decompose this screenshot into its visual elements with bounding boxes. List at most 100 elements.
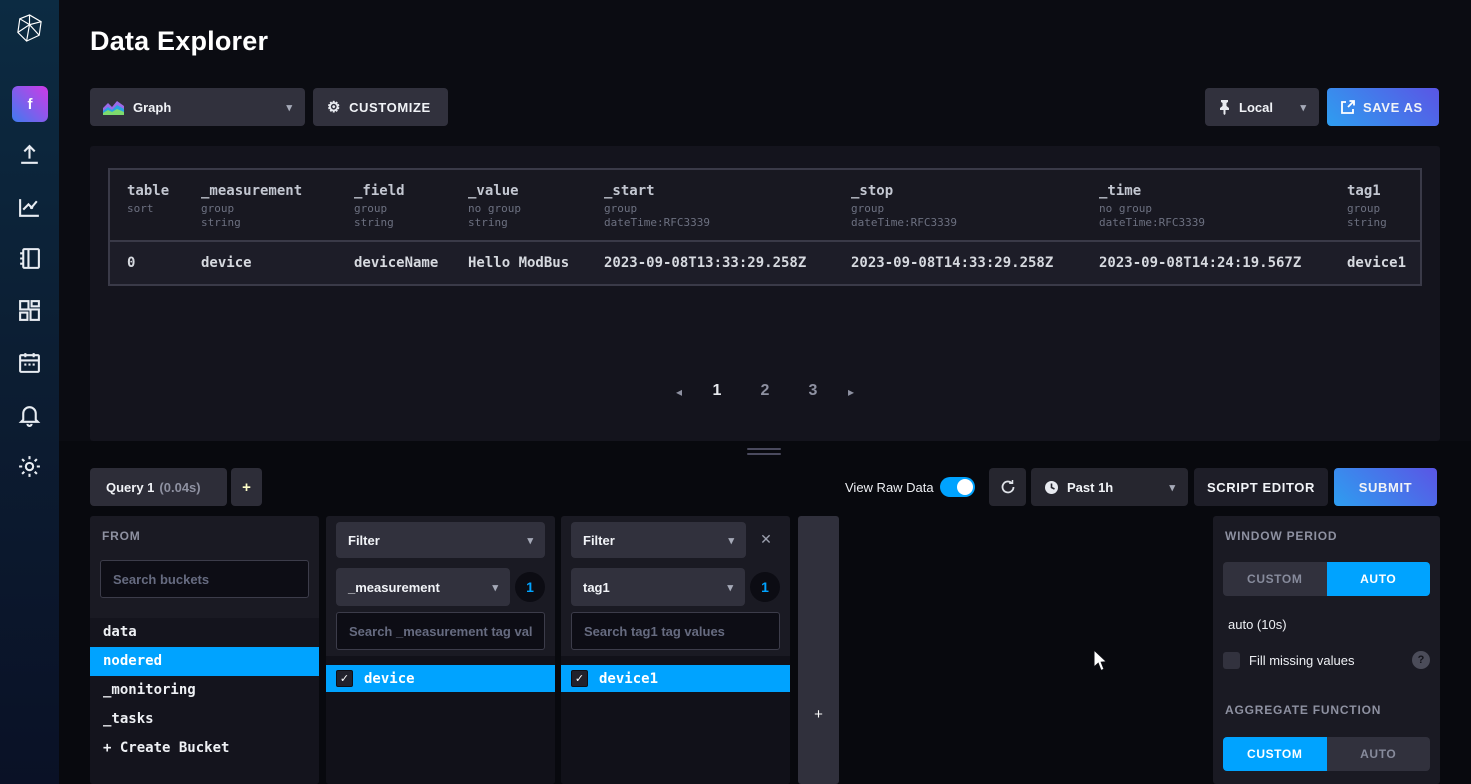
filter-title: Filter <box>583 533 615 548</box>
page-1[interactable]: 1 <box>704 382 730 400</box>
column-header[interactable]: table sort <box>110 183 184 240</box>
from-title: FROM <box>102 529 141 543</box>
notebooks-icon[interactable] <box>17 246 42 271</box>
visualization-type-dropdown[interactable]: Graph ▾ <box>90 88 305 126</box>
bucket-item-monitoring[interactable]: _monitoring <box>90 676 319 705</box>
window-period-toggle: CUSTOM AUTO <box>1223 562 1430 596</box>
cell-stop: 2023-09-08T14:33:29.258Z <box>834 255 1082 271</box>
user-avatar[interactable]: f <box>12 86 48 122</box>
close-icon[interactable]: ✕ <box>757 530 775 548</box>
tag-key-dropdown-tag1[interactable]: tag1 ▾ <box>571 568 745 606</box>
fill-missing-label: Fill missing values <box>1249 653 1354 668</box>
column-header[interactable]: _value no group string <box>451 183 587 240</box>
fill-missing-values-row: Fill missing values ? <box>1223 651 1430 669</box>
tag-value-device1[interactable]: ✓ device1 <box>561 665 790 692</box>
export-icon <box>1340 100 1355 115</box>
column-header[interactable]: _stop group dateTime:RFC3339 <box>834 183 1082 240</box>
bucket-item-data[interactable]: data <box>90 618 319 647</box>
resize-drag-handle[interactable] <box>747 448 781 456</box>
measurement-value-search-input[interactable] <box>336 612 545 650</box>
bucket-search-input[interactable] <box>100 560 309 598</box>
refresh-button[interactable] <box>989 468 1026 506</box>
page-title: Data Explorer <box>90 26 268 57</box>
tag-value-list: ✓ device1 <box>561 656 790 784</box>
cell-measurement: device <box>184 255 337 271</box>
bucket-item-tasks[interactable]: _tasks <box>90 705 319 734</box>
cell-start: 2023-09-08T13:33:29.258Z <box>587 255 834 271</box>
customize-label: CUSTOMIZE <box>349 100 431 115</box>
tag-key-label: tag1 <box>583 580 610 595</box>
pagination: ◂ 1 2 3 ▸ <box>90 382 1440 400</box>
add-filter-card-button[interactable]: + <box>798 516 839 784</box>
alerts-bell-icon[interactable] <box>17 402 42 427</box>
chevron-down-icon: ▾ <box>527 534 533 547</box>
left-nav: f <box>0 0 59 784</box>
view-raw-data-toggle[interactable] <box>940 477 975 497</box>
script-editor-button[interactable]: SCRIPT EDITOR <box>1194 468 1328 506</box>
tag-key-label: _measurement <box>348 580 440 595</box>
aggregate-function-toggle: CUSTOM AUTO <box>1223 737 1430 771</box>
filter-title: Filter <box>348 533 380 548</box>
page-2[interactable]: 2 <box>752 382 778 400</box>
upload-icon[interactable] <box>17 143 42 168</box>
prev-page-icon[interactable]: ◂ <box>676 382 682 399</box>
chevron-down-icon: ▾ <box>728 534 734 547</box>
fill-missing-checkbox[interactable] <box>1223 652 1240 669</box>
data-explorer-icon[interactable] <box>17 195 42 220</box>
tag-value-device[interactable]: ✓ device <box>326 665 555 692</box>
cell-time: 2023-09-08T14:24:19.567Z <box>1082 255 1330 271</box>
window-period-title: WINDOW PERIOD <box>1225 529 1337 543</box>
aggregate-auto-button[interactable]: AUTO <box>1327 737 1431 771</box>
plus-icon: + <box>798 706 839 723</box>
query-tab-label: Query 1 <box>106 480 154 495</box>
query-tab[interactable]: Query 1 (0.04s) <box>90 468 227 506</box>
raw-data-panel: table sort _measurement group string _fi… <box>90 146 1440 441</box>
cell-field: deviceName <box>337 255 451 271</box>
column-header[interactable]: _start group dateTime:RFC3339 <box>587 183 834 240</box>
submit-button[interactable]: SUBMIT <box>1334 468 1437 506</box>
view-raw-data-label: View Raw Data <box>845 480 934 495</box>
filter-type-dropdown[interactable]: Filter ▾ <box>571 522 746 558</box>
cell-table: 0 <box>110 255 184 271</box>
graph-type-icon <box>103 100 124 115</box>
settings-gear-icon[interactable] <box>17 454 42 479</box>
dashboards-icon[interactable] <box>17 298 42 323</box>
tasks-calendar-icon[interactable] <box>17 350 42 375</box>
help-icon[interactable]: ? <box>1412 651 1430 669</box>
filter-card-tag1: Filter ▾ ✕ tag1 ▾ 1 ✓ device1 <box>561 516 790 784</box>
tag-key-dropdown-measurement[interactable]: _measurement ▾ <box>336 568 510 606</box>
local-dropdown[interactable]: Local ▾ <box>1205 88 1319 126</box>
query-duration: (0.04s) <box>159 480 200 495</box>
page-3[interactable]: 3 <box>800 382 826 400</box>
table-header-row: table sort _measurement group string _fi… <box>110 170 1420 240</box>
column-header[interactable]: _time no group dateTime:RFC3339 <box>1082 183 1330 240</box>
table-row: 0 device deviceName Hello ModBus 2023-09… <box>110 240 1420 284</box>
refresh-icon <box>1000 479 1016 495</box>
column-header[interactable]: tag1 group string <box>1330 183 1420 240</box>
raw-data-table: table sort _measurement group string _fi… <box>108 168 1422 286</box>
time-range-dropdown[interactable]: Past 1h ▾ <box>1031 468 1188 506</box>
tag1-value-search-input[interactable] <box>571 612 780 650</box>
bucket-item-nodered[interactable]: nodered <box>90 647 319 676</box>
save-as-button[interactable]: SAVE AS <box>1327 88 1439 126</box>
time-range-label: Past 1h <box>1067 480 1113 495</box>
checkbox-checked-icon[interactable]: ✓ <box>336 670 353 687</box>
chevron-down-icon: ▾ <box>1169 481 1175 494</box>
column-header[interactable]: _measurement group string <box>184 183 337 240</box>
tag-value-list: ✓ device <box>326 656 555 784</box>
create-bucket-button[interactable]: + Create Bucket <box>90 734 319 763</box>
bucket-list: data nodered _monitoring _tasks + Create… <box>90 618 319 784</box>
customize-button[interactable]: ⚙ CUSTOMIZE <box>313 88 448 126</box>
window-custom-button[interactable]: CUSTOM <box>1223 562 1327 596</box>
window-auto-button[interactable]: AUTO <box>1327 562 1431 596</box>
window-period-card: WINDOW PERIOD CUSTOM AUTO auto (10s) Fil… <box>1213 516 1440 784</box>
filter-type-dropdown[interactable]: Filter ▾ <box>336 522 545 558</box>
clock-icon <box>1044 480 1059 495</box>
aggregate-function-title: AGGREGATE FUNCTION <box>1225 703 1381 717</box>
aggregate-custom-button[interactable]: CUSTOM <box>1223 737 1327 771</box>
checkbox-checked-icon[interactable]: ✓ <box>571 670 588 687</box>
column-header[interactable]: _field group string <box>337 183 451 240</box>
cell-value: Hello ModBus <box>451 255 587 271</box>
next-page-icon[interactable]: ▸ <box>848 382 854 399</box>
add-query-button[interactable]: + <box>231 468 262 506</box>
